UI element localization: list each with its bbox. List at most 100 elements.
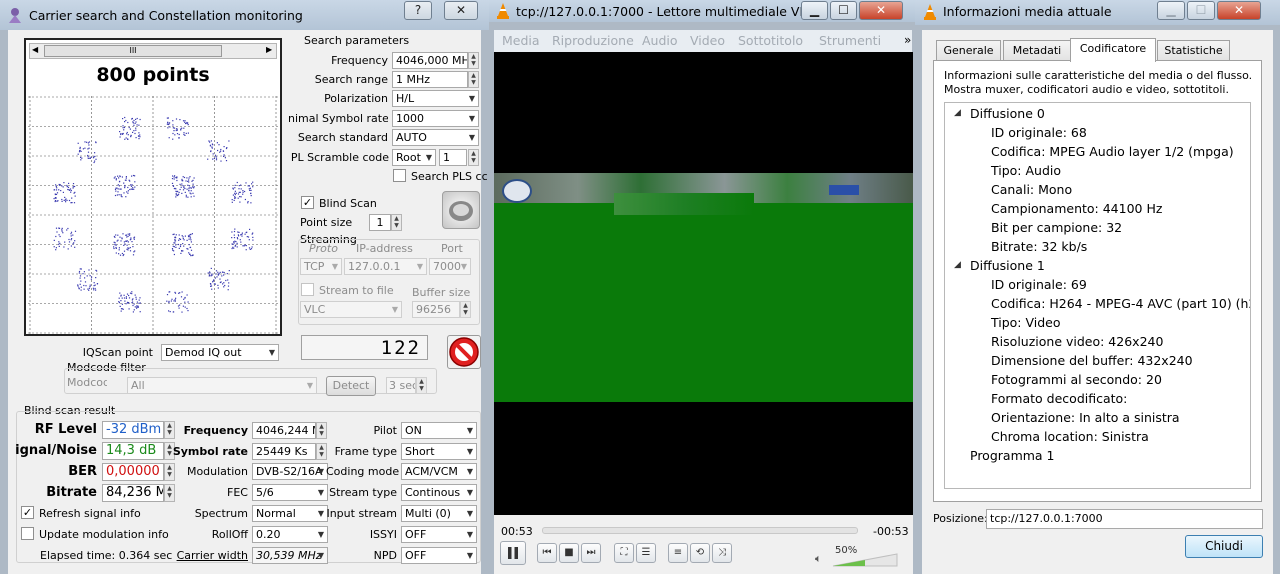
info-close-button[interactable]: ✕ [1217,1,1261,20]
input-stream-select[interactable]: Multi (0) [401,505,477,522]
previous-button[interactable]: ⏮ [537,543,557,563]
satellite-dish-button[interactable] [442,191,480,229]
play-pause-button[interactable] [500,541,526,565]
proto-select[interactable]: TCP [300,258,342,275]
pilot-select[interactable]: ON [401,422,477,439]
tab-statistiche[interactable]: Statistiche [1157,40,1230,61]
volume-slider[interactable] [832,553,898,567]
program-item[interactable]: Programma 1 [970,448,1055,463]
position-input[interactable]: tcp://127.0.0.1:7000 [986,509,1263,529]
video-area[interactable]: ⁠ [494,52,913,515]
blind-scan-checkbox[interactable]: ✓ [301,196,314,209]
tree-item[interactable]: Tipo: Video [991,315,1061,330]
search-standard-select[interactable]: AUTO [392,129,479,146]
search-pls-checkbox[interactable] [393,169,406,182]
seek-bar[interactable] [542,527,858,534]
min-symbol-rate-select[interactable]: 1000 [392,110,479,127]
rolloff-select[interactable]: 0.20 [252,526,328,543]
timeout-input[interactable]: 3 sec [386,377,416,394]
tree-item[interactable]: Codifica: H264 - MPEG-4 AVC (part 10) (h… [991,296,1250,311]
tree-item[interactable]: Canali: Mono [991,182,1072,197]
vlc-minimize-button[interactable]: ▁ [801,1,828,20]
pl-scramble-input[interactable]: 1 [439,149,467,166]
menu-video[interactable]: Video [690,33,725,48]
stream-target-select[interactable]: VLC [300,301,402,318]
point-size-input[interactable]: 1 [369,214,391,231]
coding-mode-select[interactable]: ACM/VCM [401,463,477,480]
frequency-input[interactable]: 4046,000 MHz [392,52,468,69]
frequency-spin[interactable]: ▲ ▼ [468,52,479,69]
tree-item[interactable]: Fotogrammi al secondo: 20 [991,372,1162,387]
vlc-maximize-button[interactable]: ☐ [830,1,857,20]
stream-type-select[interactable]: Continous [401,484,477,501]
playlist-button[interactable]: ≡ [668,543,688,563]
spectrum-select[interactable]: Normal [252,505,328,522]
ip-select[interactable]: 127.0.0.1 [344,258,427,275]
pl-scramble-spin[interactable]: ▲ ▼ [468,149,479,166]
tree-item[interactable]: Dimensione del buffer: 432x240 [991,353,1193,368]
loop-button[interactable]: ⟲ [690,543,710,563]
tab-metadati[interactable]: Metadati [1003,40,1071,61]
scroll-right-icon[interactable]: ▶ [266,45,272,54]
frame-type-select[interactable]: Short [401,443,477,460]
tree-item[interactable]: Campionamento: 44100 Hz [991,201,1162,216]
tree-item[interactable]: Risoluzione video: 426x240 [991,334,1163,349]
scroll-thumb[interactable]: III [44,45,222,57]
tree-item[interactable]: Bitrate: 32 kb/s [991,239,1087,254]
carrier-width-label[interactable]: Carrier width [172,549,248,562]
scroll-left-icon[interactable]: ◀ [32,45,38,54]
menu-audio[interactable]: Audio [642,33,678,48]
menu-media[interactable]: Media [502,33,540,48]
menu-riproduzione[interactable]: Riproduzione [552,33,634,48]
tree-item[interactable]: Codifica: MPEG Audio layer 1/2 (mpga) [991,144,1234,159]
volume-icon[interactable]: 🔈︎ [815,552,822,566]
iqscan-select[interactable]: Demod IQ out [161,344,279,361]
menu-strumenti[interactable]: Strumenti [819,33,881,48]
menu-more[interactable]: » [904,33,911,47]
tree-item[interactable]: Chroma location: Sinistra [991,429,1149,444]
extended-settings-button[interactable]: ☰ [636,543,656,563]
info-titlebar[interactable]: Informazioni media attuale ▁ ☐ ✕ [915,0,1280,25]
carrier-titlebar[interactable]: Carrier search and Constellation monitor… [0,0,489,30]
expand-stream1-icon[interactable]: ◢ [954,260,961,270]
modcode-select[interactable]: All [127,377,317,394]
modulation-select[interactable]: DVB-S2/16A [252,463,328,480]
tree-item[interactable]: ID originale: 68 [991,125,1087,140]
shuffle-button[interactable]: ⤨ [712,543,732,563]
pl-scramble-mode-select[interactable]: Root [392,149,436,166]
tab-generale[interactable]: Generale [936,40,1001,61]
buffer-size-input[interactable]: 96256 [412,301,460,318]
constellation-scrollbar[interactable]: ◀ III ▶ [29,43,277,59]
point-size-spin[interactable]: ▲ ▼ [391,214,402,231]
tree-item[interactable]: Bit per campione: 32 [991,220,1122,235]
vlc-titlebar[interactable]: tcp://127.0.0.1:7000 - Lettore multimedi… [489,0,915,22]
search-range-input[interactable]: 1 MHz [392,71,468,88]
stream1-title[interactable]: Diffusione 1 [970,258,1045,273]
tab-codificatore[interactable]: Codificatore [1070,38,1156,62]
fullscreen-button[interactable]: ⛶ [614,543,634,563]
timeout-spin[interactable]: ▲ ▼ [416,377,427,394]
help-button[interactable]: ? [404,1,432,20]
stop-button[interactable] [447,335,481,369]
tree-item[interactable]: Orientazione: In alto a sinistra [991,410,1180,425]
fec-select[interactable]: 5/6 [252,484,328,501]
stream-to-file-checkbox[interactable] [301,283,314,296]
port-select[interactable]: 7000 [429,258,471,275]
vlc-close-button[interactable]: ✕ [859,1,903,20]
info-minimize-button[interactable]: ▁ [1157,1,1185,20]
tree-item[interactable]: Formato decodificato: [991,391,1127,406]
next-button[interactable]: ⏭ [581,543,601,563]
stop-media-button[interactable]: ■ [559,543,579,563]
tree-item[interactable]: Tipo: Audio [991,163,1061,178]
tree-item[interactable]: ID originale: 69 [991,277,1087,292]
buffer-size-spin[interactable]: ▲ ▼ [460,301,471,318]
close-button[interactable]: ✕ [444,1,478,20]
issyi-select[interactable]: OFF [401,526,477,543]
expand-stream0-icon[interactable]: ◢ [954,108,961,118]
detect-button[interactable]: Detect [326,376,376,396]
refresh-signal-checkbox[interactable]: ✓ [21,506,34,519]
menu-sottotitolo[interactable]: Sottotitolo [738,33,803,48]
npd-select[interactable]: OFF [401,547,477,564]
polarization-select[interactable]: H/L [392,90,479,107]
info-maximize-button[interactable]: ☐ [1187,1,1215,20]
